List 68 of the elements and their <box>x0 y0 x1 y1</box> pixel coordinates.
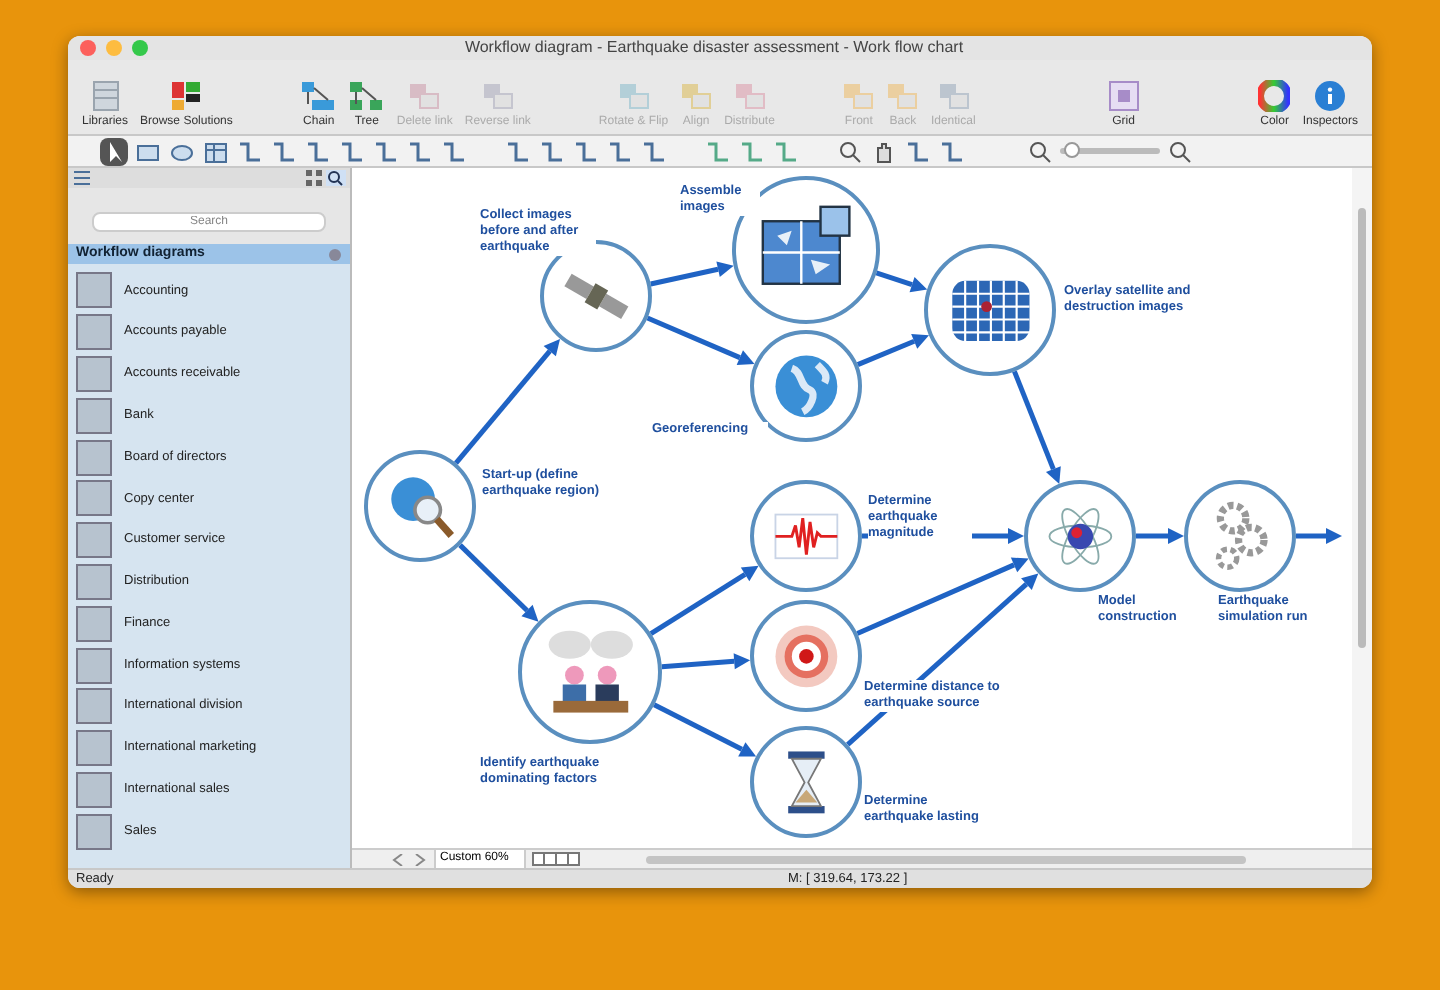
globe-icon <box>769 349 843 423</box>
shape-thumbnail <box>76 730 112 767</box>
info-icon <box>1314 80 1347 112</box>
connector-tool-icon[interactable] <box>372 137 400 165</box>
shapes-icon <box>886 80 919 112</box>
shapes-icon <box>617 80 650 112</box>
shape-thumbnail <box>76 647 112 684</box>
target-icon <box>769 619 843 693</box>
close-icon[interactable] <box>80 40 96 56</box>
shapes-icon <box>481 80 514 112</box>
connector-arrow <box>856 333 929 367</box>
nodes-icon <box>300 80 337 112</box>
connector-arrow <box>1136 528 1184 544</box>
nodes-icon <box>348 80 385 112</box>
connector-tool-icon[interactable] <box>304 137 332 165</box>
zoom-tool-icon[interactable] <box>836 137 864 165</box>
shape-thumbnail <box>76 605 112 642</box>
zoom-slider-thumb[interactable] <box>1064 142 1080 158</box>
connector-arrow <box>661 653 751 670</box>
shape-thumbnail <box>76 272 112 309</box>
pointer-tool-icon[interactable] <box>100 137 128 165</box>
connector-arrow <box>653 702 757 757</box>
connector-arrow <box>650 261 734 287</box>
connector-arrow <box>1296 528 1342 544</box>
scrollbar-thumb[interactable] <box>1358 208 1366 648</box>
shape-thumbnail <box>76 771 112 808</box>
meeting-people-icon <box>543 625 637 719</box>
shape-thumbnail <box>76 355 112 392</box>
group-tool-icon[interactable] <box>772 137 800 165</box>
page-buttons-icon[interactable] <box>532 852 580 866</box>
search-icon[interactable] <box>326 170 346 186</box>
connector-tool-icon[interactable] <box>338 137 366 165</box>
grid-view-icon[interactable] <box>306 170 322 186</box>
connector-arrow <box>458 543 539 622</box>
connector-arrow <box>875 270 928 293</box>
scrollbar-thumb[interactable] <box>646 855 1246 863</box>
connector-arrow <box>1012 370 1061 484</box>
group-tool-icon[interactable] <box>704 137 732 165</box>
shape-thumbnail <box>76 522 112 559</box>
shapes-icon <box>408 80 441 112</box>
shapes-icon <box>937 80 970 112</box>
shapes-icon <box>733 80 766 112</box>
blocks-icon <box>170 80 203 112</box>
shape-thumbnail <box>76 688 112 725</box>
shape-thumbnail <box>76 314 112 351</box>
zoom-tool-icon[interactable] <box>1026 137 1054 165</box>
connector-tool-icon[interactable] <box>270 137 298 165</box>
table-tool-icon[interactable] <box>202 137 230 165</box>
connector-tool-icon[interactable] <box>236 137 264 165</box>
connector-arrow <box>649 565 759 636</box>
grid-icon <box>1107 80 1140 112</box>
zoom-tool-icon[interactable] <box>1166 137 1194 165</box>
shape-thumbnail <box>76 439 112 476</box>
connector-arrow <box>646 315 755 365</box>
library-icon <box>89 80 121 112</box>
shape-thumbnail <box>76 480 112 517</box>
zoom-slider[interactable] <box>1060 148 1160 154</box>
shape-thumbnail <box>76 397 112 434</box>
color-wheel-icon <box>1258 80 1291 112</box>
shapes-icon <box>680 80 713 112</box>
shape-thumbnail <box>76 813 112 850</box>
shape-thumbnail <box>76 563 112 600</box>
connector-tool-icon[interactable] <box>406 137 434 165</box>
connector-arrow <box>454 338 561 465</box>
window-title: Workflow diagram - Earthquake disaster assessment - Work flow chart <box>462 36 966 60</box>
group-tool-icon[interactable] <box>738 137 766 165</box>
list-view-icon[interactable] <box>72 170 92 186</box>
shapes-icon <box>842 80 875 112</box>
